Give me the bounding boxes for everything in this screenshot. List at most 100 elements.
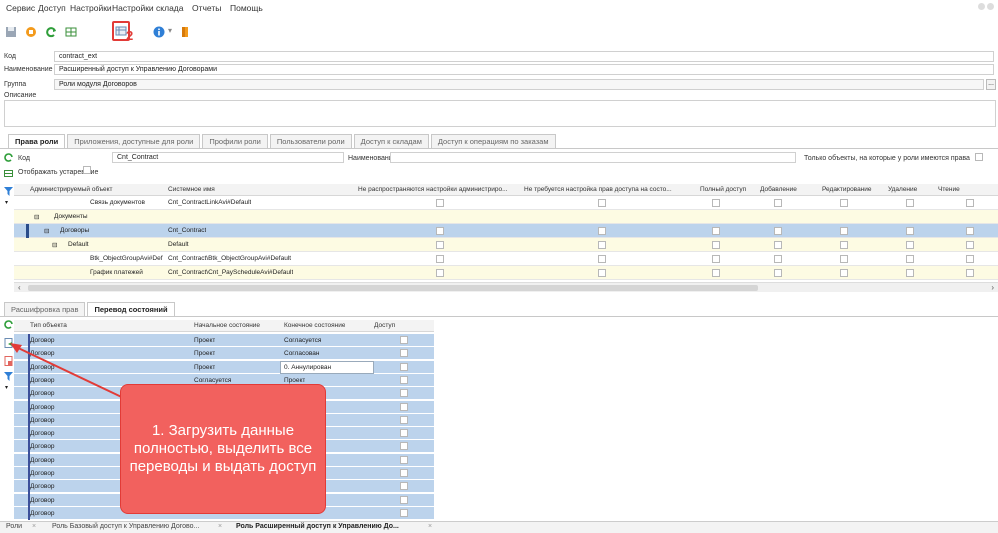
col-admin-object[interactable]: Администрируемый объект [30,186,168,193]
tab-applications[interactable]: Приложения, доступные для роли [67,134,201,148]
read-checkbox[interactable] [966,255,974,263]
chevron-left-icon[interactable]: ‹ [18,283,21,292]
menu-service[interactable]: Сервис [6,3,35,13]
grid-icon[interactable] [64,25,78,39]
filter-icon[interactable] [4,187,13,198]
name-field[interactable]: Расширенный доступ к Управлению Договора… [54,64,994,75]
access-checkbox[interactable] [400,415,408,424]
refresh-icon[interactable] [44,25,58,39]
col-start-state[interactable]: Начальное состояние [194,322,260,329]
no-admin-checkbox[interactable] [436,227,444,235]
no-admin-checkbox[interactable] [436,269,444,277]
chevron-down-icon[interactable]: ▾ [5,199,8,206]
edit-checkbox[interactable] [840,227,848,235]
full-access-checkbox[interactable] [712,269,720,277]
code-field[interactable]: contract_ext [54,51,994,62]
access-checkbox[interactable] [400,402,408,411]
no-state-checkbox[interactable] [598,227,606,235]
filter-code-input[interactable]: Cnt_Contract [112,152,344,163]
close-icon[interactable]: × [32,523,36,530]
delete-checkbox[interactable] [906,227,914,235]
close-icon[interactable]: × [218,523,222,530]
add-checkbox[interactable] [774,255,782,263]
tab-profiles[interactable]: Профили роли [202,134,268,148]
col-no-state-rights[interactable]: Не требуется настройка прав доступа на с… [524,186,698,193]
delete-checkbox[interactable] [906,241,914,249]
table-row[interactable]: Btk_ObjectGroupAvi#Def Cnt_Contract\Btk_… [14,252,998,266]
no-state-checkbox[interactable] [598,241,606,249]
col-system-name[interactable]: Системное имя [168,186,352,193]
table-row[interactable]: ⊟ Default Default [14,238,998,252]
menu-settings[interactable]: Настройки [70,3,112,13]
no-admin-checkbox[interactable] [436,241,444,249]
access-checkbox[interactable] [400,429,408,438]
chevron-down-icon[interactable]: ▾ [168,26,172,38]
delete-checkbox[interactable] [906,269,914,277]
refresh-icon[interactable] [4,153,13,164]
add-checkbox[interactable] [774,241,782,249]
expand-icon[interactable] [4,169,13,180]
access-checkbox[interactable] [400,336,408,344]
window-tab-roles[interactable]: Роли [6,523,22,530]
full-access-checkbox[interactable] [712,227,720,235]
table-row[interactable]: ⊟ Документы [14,210,998,224]
group-field[interactable]: Роли модуля Договоров [54,79,984,90]
col-add[interactable]: Добавление [760,186,810,193]
exit-icon[interactable] [178,25,192,39]
menu-help[interactable]: Помощь [230,3,263,13]
edit-checkbox[interactable] [840,241,848,249]
lock-icon[interactable] [978,3,985,10]
no-state-checkbox[interactable] [598,199,606,207]
tab-warehouses[interactable]: Доступ к складам [353,134,429,148]
table-row[interactable]: График платежей Cnt_Contract\Cnt_PaySche… [14,266,998,280]
full-access-checkbox[interactable] [712,255,720,263]
close-icon[interactable]: × [428,523,432,530]
collapse-icon[interactable]: ⊟ [34,213,39,221]
col-edit[interactable]: Редактирование [822,186,882,193]
col-full-access[interactable]: Полный доступ [700,186,754,193]
no-admin-checkbox[interactable] [436,255,444,263]
edit-checkbox[interactable] [840,199,848,207]
delete-checkbox[interactable] [906,199,914,207]
access-checkbox[interactable] [400,495,408,504]
full-access-checkbox[interactable] [712,199,720,207]
menu-warehouse-settings[interactable]: Настройки склада [112,3,183,13]
stop-icon[interactable] [24,25,38,39]
collapse-icon[interactable]: ⊟ [52,241,57,249]
save-icon[interactable] [4,25,18,39]
tab-users[interactable]: Пользователи роли [269,134,352,148]
access-checkbox[interactable] [400,362,408,371]
tab-rights-details[interactable]: Расшифровка прав [4,302,86,316]
col-end-state[interactable]: Конечное состояние [284,322,345,329]
chevron-right-icon[interactable]: › [991,283,994,292]
access-checkbox[interactable] [400,442,408,451]
read-checkbox[interactable] [966,227,974,235]
access-checkbox[interactable] [400,455,408,464]
col-object-type[interactable]: Тип объекта [30,322,67,329]
read-checkbox[interactable] [966,269,974,277]
access-checkbox[interactable] [400,508,408,517]
table-row[interactable]: Связь документов Cnt_ContractLinkAvi#Def… [14,196,998,210]
add-checkbox[interactable] [774,269,782,277]
scrollbar-thumb[interactable] [28,285,758,291]
settings-icon[interactable] [987,3,994,10]
access-checkbox[interactable] [400,349,408,358]
table-row-selected[interactable]: ⊟ Договоры Cnt_Contract [14,224,998,238]
filter-name-input[interactable] [390,152,796,163]
full-access-checkbox[interactable] [712,241,720,249]
col-no-admin-settings[interactable]: Не распространяются настройки администри… [358,186,524,193]
add-checkbox[interactable] [774,227,782,235]
no-state-checkbox[interactable] [598,269,606,277]
col-read[interactable]: Чтение [938,186,978,193]
only-rights-checkbox[interactable] [975,153,983,161]
no-admin-checkbox[interactable] [436,199,444,207]
col-access[interactable]: Доступ [374,322,395,329]
menu-reports[interactable]: Отчеты [192,3,221,13]
info-icon[interactable] [152,25,166,39]
tab-state-transitions[interactable]: Перевод состояний [87,302,175,316]
read-checkbox[interactable] [966,199,974,207]
access-checkbox[interactable] [400,469,408,477]
access-checkbox[interactable] [400,375,408,384]
col-delete[interactable]: Удаление [888,186,932,193]
edit-checkbox[interactable] [840,255,848,263]
